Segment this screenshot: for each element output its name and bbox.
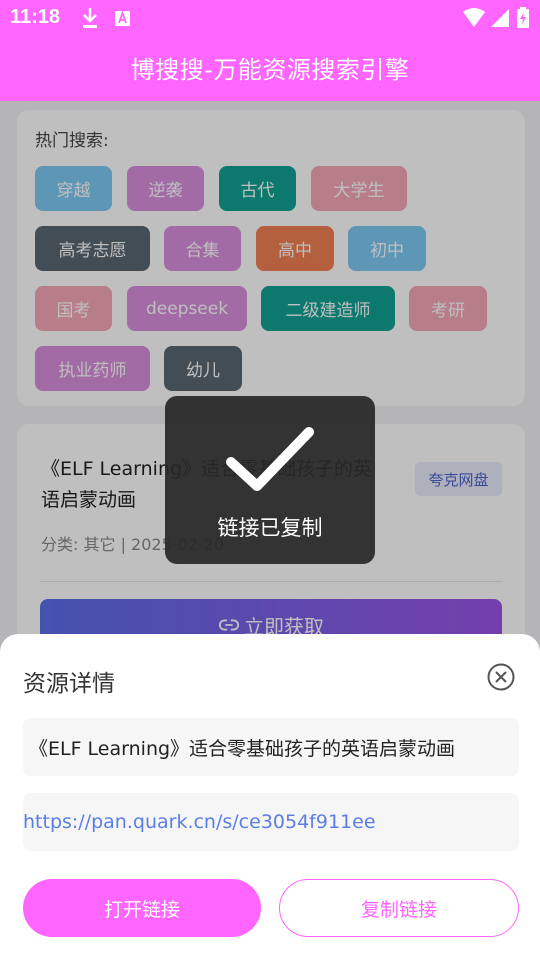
app-title: 博搜搜-万能资源搜索引擎 <box>130 56 410 84</box>
battery-charging-icon <box>517 7 529 28</box>
a-notification-icon <box>115 10 130 26</box>
resource-detail-sheet: 资源详情 《ELF Learning》适合零基础孩子的英语启蒙动画 https:… <box>0 634 540 960</box>
sheet-title: 资源详情 <box>23 671 115 697</box>
toast-message: 链接已复制 <box>217 516 323 540</box>
download-icon <box>83 8 97 28</box>
copy-link-button[interactable]: 复制链接 <box>279 879 519 937</box>
resource-url-field[interactable]: https://pan.quark.cn/s/ce3054f911ee <box>23 793 519 851</box>
resource-name-field: 《ELF Learning》适合零基础孩子的英语启蒙动画 <box>23 718 519 776</box>
close-icon[interactable] <box>486 662 516 692</box>
app-header: 11:18 博搜搜-万能资源搜索引擎 <box>0 0 540 101</box>
wifi-icon <box>463 8 485 27</box>
open-link-button[interactable]: 打开链接 <box>23 879 261 937</box>
status-time: 11:18 <box>10 6 61 28</box>
status-bar: 11:18 <box>0 0 540 36</box>
signal-icon <box>491 9 509 27</box>
copy-toast: 链接已复制 <box>165 396 375 564</box>
checkmark-icon <box>226 427 314 491</box>
